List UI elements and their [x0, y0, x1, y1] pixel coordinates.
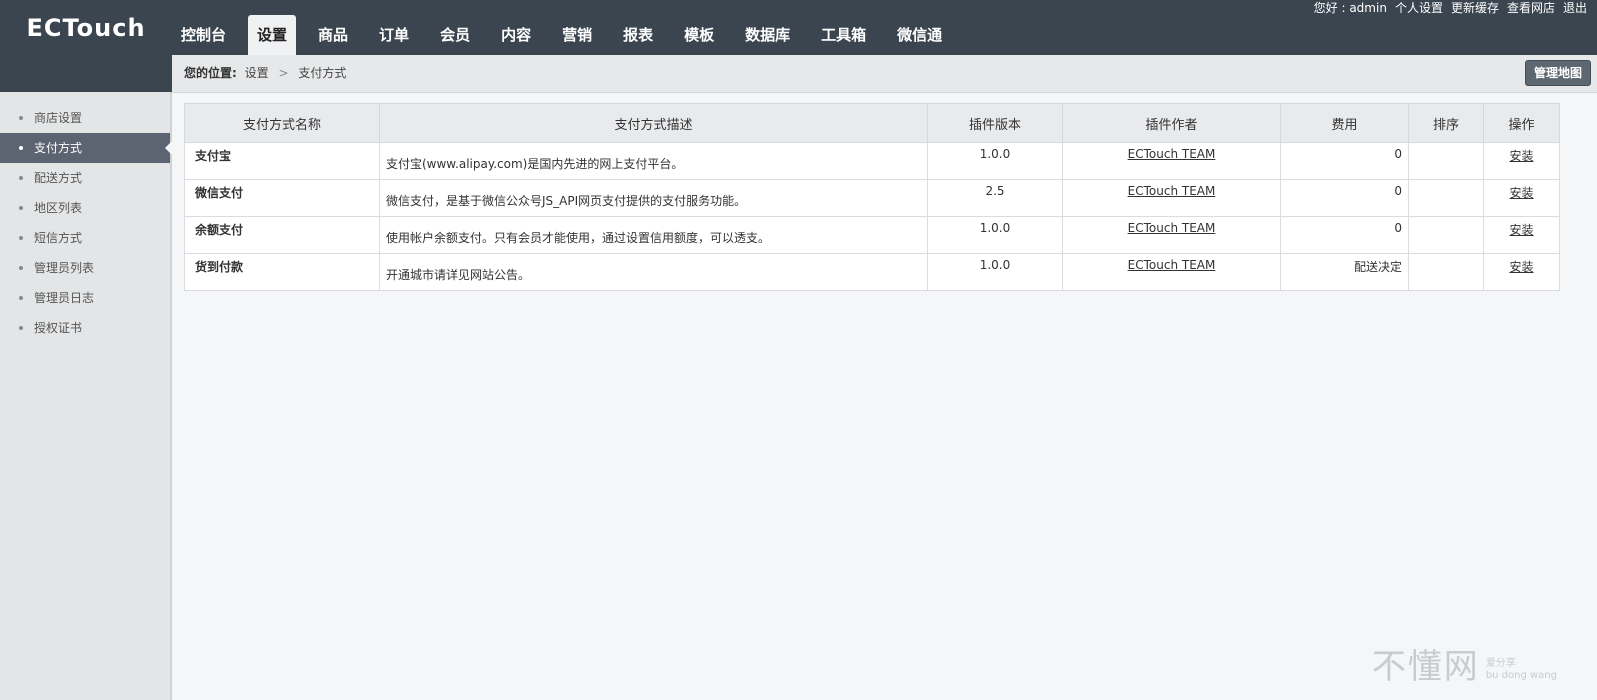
watermark-sub-2: bu dong wang — [1485, 670, 1557, 681]
top-links: 您好 : admin 个人设置 更新缓存 查看网店 退出 — [1306, 0, 1587, 16]
header-order: 排序 — [1408, 103, 1484, 143]
nav-item-reports[interactable]: 报表 — [614, 15, 662, 55]
payment-name: 支付宝 — [184, 142, 380, 180]
plugin-author-cell: ECTouch TEAM — [1062, 142, 1281, 180]
watermark-sub: 爱分享 bu dong wang — [1486, 658, 1557, 682]
install-link[interactable]: 安装 — [1509, 260, 1533, 274]
nav-item-toolbox[interactable]: 工具箱 — [812, 15, 875, 55]
payment-name: 微信支付 — [184, 179, 380, 217]
install-link[interactable]: 安装 — [1509, 223, 1533, 237]
plugin-version: 1.0.0 — [927, 216, 1063, 254]
breadcrumb-parent[interactable]: 设置 — [245, 66, 269, 80]
nav-item-goods[interactable]: 商品 — [309, 15, 357, 55]
plugin-author-link[interactable]: ECTouch TEAM — [1128, 258, 1216, 272]
payment-name: 货到付款 — [184, 253, 380, 291]
action-cell: 安装 — [1483, 179, 1560, 217]
header-fee: 费用 — [1280, 103, 1409, 143]
payment-fee: 0 — [1280, 142, 1409, 180]
sidebar-item-admin-list[interactable]: 管理员列表 — [0, 253, 170, 283]
action-cell: 安装 — [1483, 253, 1560, 291]
payment-order — [1408, 142, 1484, 180]
table-header-row: 支付方式名称 支付方式描述 插件版本 插件作者 费用 排序 操作 — [184, 103, 1560, 143]
nav-item-orders[interactable]: 订单 — [370, 15, 418, 55]
clear-cache-link[interactable]: 更新缓存 — [1451, 0, 1499, 16]
payment-order — [1408, 216, 1484, 254]
plugin-author-cell: ECTouch TEAM — [1062, 253, 1281, 291]
plugin-version: 2.5 — [927, 179, 1063, 217]
sidebar-item-license[interactable]: 授权证书 — [0, 313, 170, 343]
nav-item-dashboard[interactable]: 控制台 — [172, 15, 235, 55]
action-cell: 安装 — [1483, 216, 1560, 254]
action-cell: 安装 — [1483, 142, 1560, 180]
table-row: 微信支付 微信支付，是基于微信公众号JS_API网页支付提供的支付服务功能。 2… — [184, 179, 1560, 217]
breadcrumb-bar: 您的位置: 设置 > 支付方式 管理地图 — [172, 55, 1597, 93]
sidebar-list: 商店设置 支付方式 配送方式 地区列表 短信方式 管理员列表 管理员日志 授权证… — [0, 92, 172, 343]
install-link[interactable]: 安装 — [1509, 149, 1533, 163]
main-nav: 控制台 设置 商品 订单 会员 内容 营销 报表 模板 数据库 工具箱 微信通 — [172, 15, 964, 55]
watermark: 不懂网 爱分享 bu dong wang — [1372, 639, 1557, 688]
payment-description: 使用帐户余额支付。只有会员才能使用，通过设置信用额度，可以透支。 — [379, 216, 928, 254]
sidebar-item-payment-methods[interactable]: 支付方式 — [0, 133, 172, 163]
nav-item-members[interactable]: 会员 — [431, 15, 479, 55]
nav-item-settings[interactable]: 设置 — [248, 15, 297, 55]
header-description: 支付方式描述 — [379, 103, 928, 143]
breadcrumb-separator: > — [278, 66, 289, 80]
nav-item-templates[interactable]: 模板 — [675, 15, 723, 55]
payment-methods-table: 支付方式名称 支付方式描述 插件版本 插件作者 费用 排序 操作 支付宝 支付宝… — [184, 103, 1560, 291]
plugin-author-cell: ECTouch TEAM — [1062, 179, 1281, 217]
breadcrumb: 您的位置: 设置 > 支付方式 — [184, 55, 346, 92]
sidebar: 商店设置 支付方式 配送方式 地区列表 短信方式 管理员列表 管理员日志 授权证… — [0, 92, 172, 700]
payment-order — [1408, 179, 1484, 217]
logout-link[interactable]: 退出 — [1563, 0, 1587, 16]
breadcrumb-label: 您的位置: — [184, 66, 237, 80]
plugin-author-link[interactable]: ECTouch TEAM — [1128, 221, 1216, 235]
table-row: 支付宝 支付宝(www.alipay.com)是国内先进的网上支付平台。 1.0… — [184, 142, 1560, 180]
sidebar-item-admin-log[interactable]: 管理员日志 — [0, 283, 170, 313]
sidebar-header — [0, 55, 172, 92]
nav-item-marketing[interactable]: 营销 — [553, 15, 601, 55]
watermark-main: 不懂网 — [1371, 647, 1480, 687]
table-row: 货到付款 开通城市请详见网站公告。 1.0.0 ECTouch TEAM 配送决… — [184, 253, 1560, 291]
logo[interactable]: ECTouch — [0, 0, 172, 55]
sidebar-item-sms-methods[interactable]: 短信方式 — [0, 223, 170, 253]
table-row: 余额支付 使用帐户余额支付。只有会员才能使用，通过设置信用额度，可以透支。 1.… — [184, 216, 1560, 254]
payment-fee: 0 — [1280, 216, 1409, 254]
sidebar-item-region-list[interactable]: 地区列表 — [0, 193, 170, 223]
plugin-version: 1.0.0 — [927, 142, 1063, 180]
view-store-link[interactable]: 查看网店 — [1507, 0, 1555, 16]
top-header: ECTouch 控制台 设置 商品 订单 会员 内容 营销 报表 模板 数据库 … — [0, 0, 1597, 55]
nav-item-wechat[interactable]: 微信通 — [888, 15, 951, 55]
manage-map-button[interactable]: 管理地图 — [1524, 60, 1591, 86]
header-name: 支付方式名称 — [184, 103, 380, 143]
payment-fee: 0 — [1280, 179, 1409, 217]
header-action: 操作 — [1483, 103, 1560, 143]
header-author: 插件作者 — [1062, 103, 1281, 143]
watermark-sub-1: 爱分享 — [1485, 658, 1516, 669]
breadcrumb-current: 支付方式 — [298, 66, 347, 80]
payment-order — [1408, 253, 1484, 291]
logo-text: ECTouch — [26, 13, 146, 42]
payment-fee: 配送决定 — [1280, 253, 1409, 291]
header-version: 插件版本 — [927, 103, 1063, 143]
payment-name: 余额支付 — [184, 216, 380, 254]
plugin-author-link[interactable]: ECTouch TEAM — [1128, 184, 1216, 198]
install-link[interactable]: 安装 — [1509, 186, 1533, 200]
plugin-author-link[interactable]: ECTouch TEAM — [1128, 147, 1216, 161]
payment-description: 支付宝(www.alipay.com)是国内先进的网上支付平台。 — [379, 142, 928, 180]
plugin-version: 1.0.0 — [927, 253, 1063, 291]
user-greeting: 您好 : admin — [1313, 1, 1387, 15]
payment-description: 微信支付，是基于微信公众号JS_API网页支付提供的支付服务功能。 — [379, 179, 928, 217]
profile-link[interactable]: 个人设置 — [1395, 0, 1443, 16]
sidebar-item-shipping-methods[interactable]: 配送方式 — [0, 163, 170, 193]
payment-table-wrap: 支付方式名称 支付方式描述 插件版本 插件作者 费用 排序 操作 支付宝 支付宝… — [184, 103, 1560, 291]
payment-description: 开通城市请详见网站公告。 — [379, 253, 928, 291]
nav-item-database[interactable]: 数据库 — [736, 15, 799, 55]
sidebar-item-store-settings[interactable]: 商店设置 — [0, 103, 170, 133]
plugin-author-cell: ECTouch TEAM — [1062, 216, 1281, 254]
nav-item-content[interactable]: 内容 — [492, 15, 540, 55]
